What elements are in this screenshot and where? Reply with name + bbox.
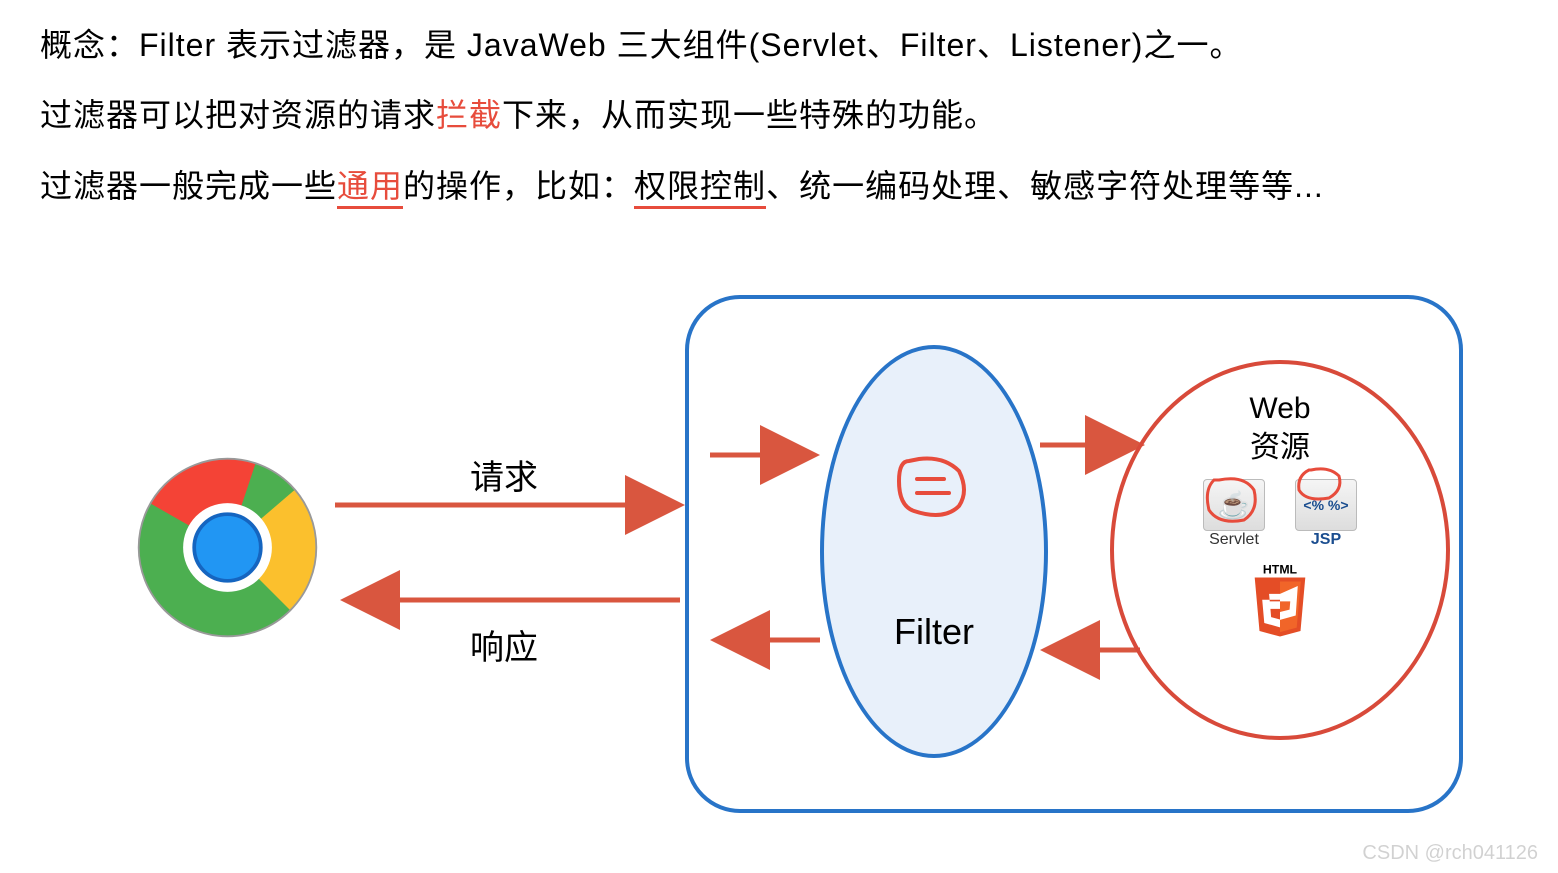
html5-icon: HTML [1245,559,1315,629]
web-res-line2: 资源 [1250,431,1310,464]
text-p3b: 的操作，比如： [403,168,634,204]
web-resources: Web 资源 ☕ Servlet <% %> [1110,360,1450,740]
highlight-access: 权限控制 [634,168,766,209]
highlight-universal: 通用 [337,168,403,209]
watermark: CSDN @rch041126 [1362,842,1538,865]
web-resources-title: Web 资源 [1249,389,1310,467]
jsp-label: JSP [1311,531,1341,549]
highlight-intercept: 拦截 [436,97,502,133]
paragraph-usage: 过滤器一般完成一些通用的操作，比如：权限控制、统一编码处理、敏感字符处理等等..… [40,151,1518,221]
text-p1: 概念：Filter 表示过滤器，是 JavaWeb 三大组件(Servlet、F… [40,27,1242,63]
jsp-icon: <% %> JSP [1295,479,1357,549]
label-request: 请求 [470,450,538,499]
text-p3a: 过滤器一般完成一些 [40,168,337,204]
filter-scribble-icon [889,451,979,531]
page: 概念：Filter 表示过滤器，是 JavaWeb 三大组件(Servlet、F… [0,0,1558,873]
paragraph-concept: 概念：Filter 表示过滤器，是 JavaWeb 三大组件(Servlet、F… [40,10,1518,80]
servlet-icon: ☕ Servlet [1203,479,1265,549]
resource-icons-row: ☕ Servlet <% %> JSP [1203,479,1357,549]
paragraph-intercept: 过滤器可以把对资源的请求拦截下来，从而实现一些特殊的功能。 [40,80,1518,150]
diagram: 请求 响应 Filter Web 资源 ☕ [0,280,1558,830]
text-p2a: 过滤器可以把对资源的请求 [40,97,436,133]
html-text: HTML [1263,562,1298,576]
filter-label: Filter [894,611,974,653]
text-p3c: 、统一编码处理、敏感字符处理等等... [766,168,1324,204]
text-p2b: 下来，从而实现一些特殊的功能。 [502,97,997,133]
label-response: 响应 [470,620,538,669]
filter-node: Filter [820,345,1048,758]
web-res-line1: Web [1249,392,1310,425]
